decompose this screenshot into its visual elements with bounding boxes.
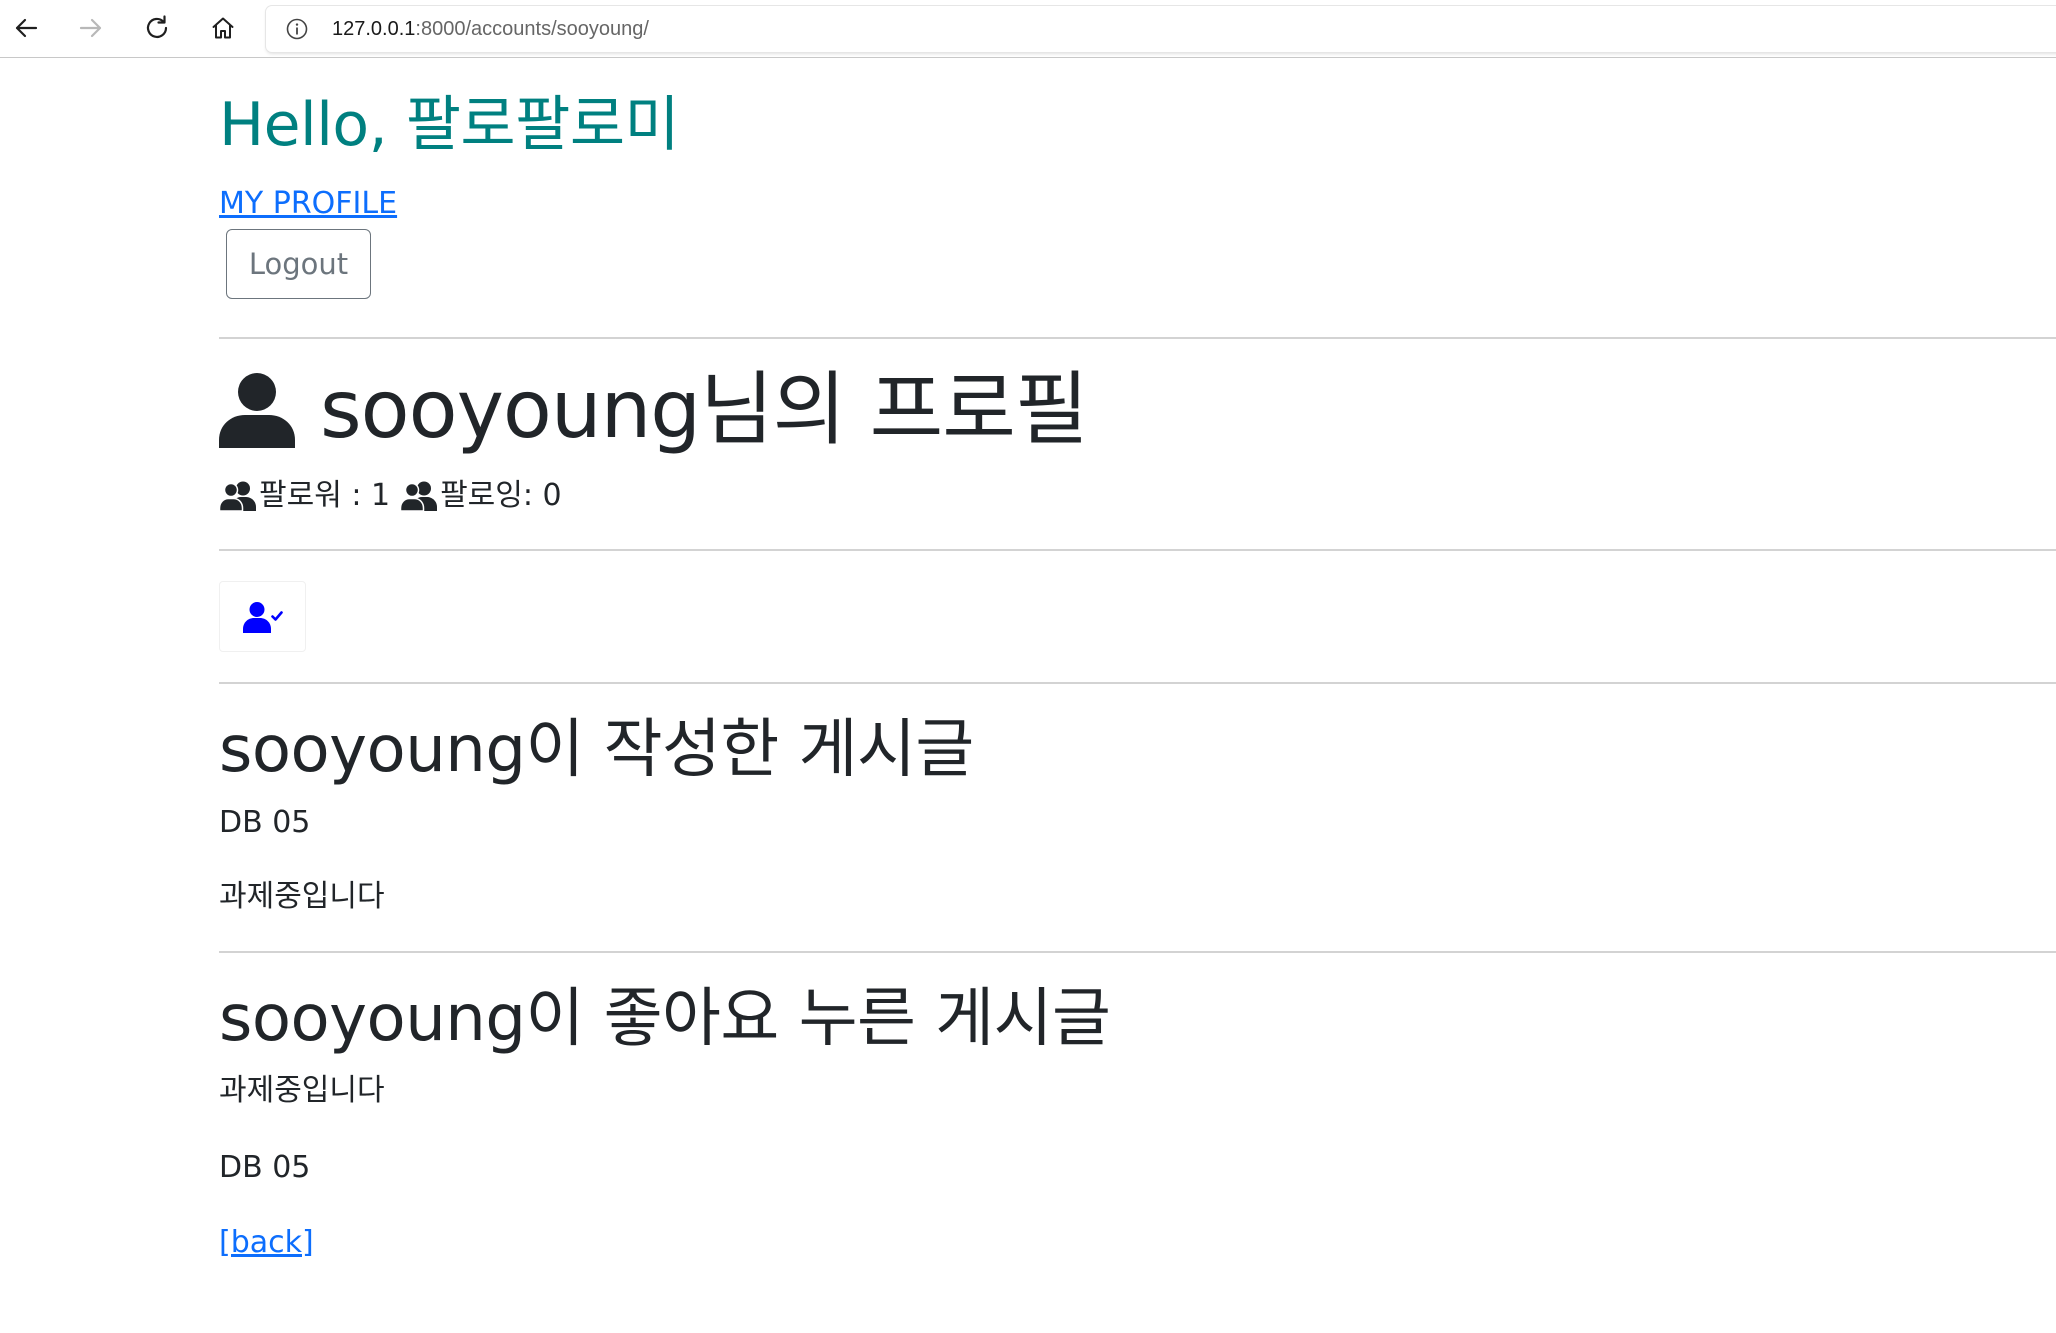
home-icon — [212, 17, 234, 39]
users-icon — [400, 481, 438, 511]
url-text[interactable]: 127.0.0.1:8000/accounts/sooyoung/ — [332, 17, 649, 41]
my-profile-link[interactable]: MY PROFILE — [219, 184, 397, 224]
greeting-heading: Hello, 팔로팔로미 — [219, 90, 680, 160]
profile-title: sooyoung님의 프로필 — [219, 360, 1088, 460]
back-link[interactable]: [back] — [219, 1223, 314, 1263]
profile-title-text: sooyoung님의 프로필 — [320, 363, 1088, 456]
logout-button[interactable]: Logout — [226, 229, 371, 299]
follow-stats: 팔로워 : 1 팔로잉: 0 — [219, 476, 562, 516]
following-count: 팔로잉: 0 — [440, 478, 562, 513]
forward-button[interactable] — [72, 9, 110, 47]
reload-button[interactable] — [138, 9, 176, 47]
home-button[interactable] — [204, 9, 242, 47]
followers-count: 팔로워 : 1 — [259, 478, 391, 513]
written-post-item: DB 05 — [219, 805, 311, 840]
divider — [219, 337, 2056, 339]
url-path: :8000/accounts/sooyoung/ — [415, 18, 649, 40]
written-posts-title: sooyoung이 작성한 게시글 — [219, 713, 974, 787]
liked-post-item: 과제중입니다 — [219, 1073, 385, 1108]
users-icon — [219, 481, 256, 511]
reload-icon — [146, 15, 168, 38]
liked-post-item: DB 05 — [219, 1150, 311, 1185]
user-check-icon — [242, 601, 283, 633]
follow-button[interactable] — [219, 581, 306, 652]
browser-toolbar: 127.0.0.1:8000/accounts/sooyoung/ — [0, 0, 2056, 58]
forward-arrow-icon — [79, 18, 102, 38]
info-icon[interactable] — [286, 18, 308, 40]
url-host: 127.0.0.1 — [332, 18, 416, 40]
divider — [219, 951, 2056, 953]
user-icon — [219, 373, 295, 448]
back-arrow-icon — [15, 18, 38, 38]
written-post-item: 과제중입니다 — [219, 879, 385, 914]
divider — [219, 682, 2056, 684]
divider — [219, 549, 2056, 551]
liked-posts-title: sooyoung이 좋아요 누른 게시글 — [219, 982, 1111, 1056]
address-bar[interactable]: 127.0.0.1:8000/accounts/sooyoung/ — [266, 6, 2056, 52]
back-button[interactable] — [7, 9, 45, 47]
